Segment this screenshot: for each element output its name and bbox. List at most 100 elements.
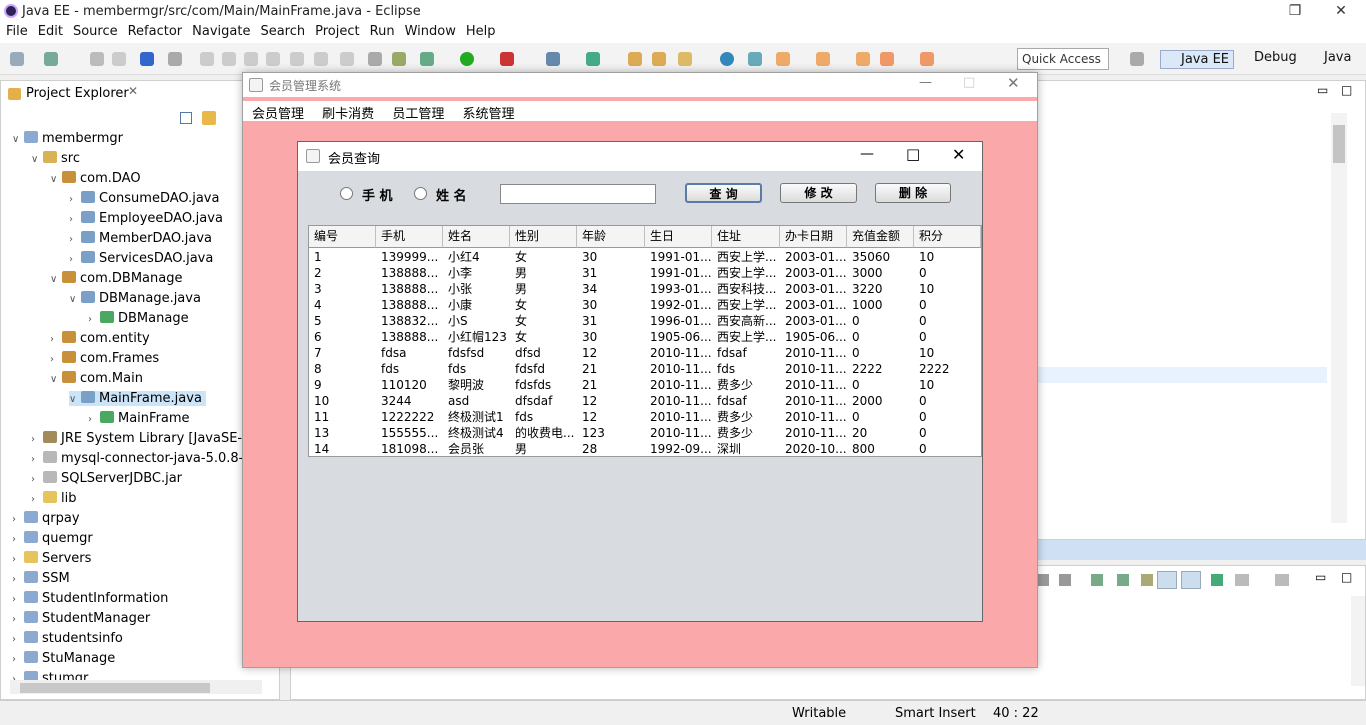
dialog-close-button[interactable]: ✕ (952, 145, 965, 164)
menu-run[interactable]: Run (364, 23, 399, 39)
table-row[interactable]: 13 155555... 终极测试4 的收费电... 123 2010-11... 费多少 2… (309, 425, 981, 441)
chevron-right-icon[interactable]: › (12, 554, 22, 565)
header-col-id[interactable]: 编号 (309, 226, 376, 248)
pin-console-icon[interactable] (1141, 574, 1153, 586)
tree-item[interactable]: › SQLServerJDBC.jar (31, 471, 182, 486)
tree-item[interactable]: ∨ DBManage.java (69, 291, 201, 306)
collapse-all-icon[interactable] (180, 112, 192, 124)
open-task-icon[interactable] (652, 52, 666, 66)
chevron-right-icon[interactable]: › (50, 354, 60, 365)
last-edit-icon[interactable] (856, 52, 870, 66)
tree-item[interactable]: ∨ MainFrame.java (69, 391, 206, 406)
table-row[interactable]: 10 3244 asd dfsdaf 12 2010-11... fdsaf 2010-11.… (309, 393, 981, 409)
table-row[interactable]: 11 1222222 终极测试1 fds 12 2010-11... 费多少 2010-11.… (309, 409, 981, 425)
terminal-icon[interactable] (140, 52, 154, 66)
header-col-address[interactable]: 住址 (712, 226, 780, 248)
chevron-down-icon[interactable]: ∨ (69, 294, 79, 305)
tree-item[interactable]: › MemberDAO.java (69, 231, 212, 246)
chevron-right-icon[interactable]: › (12, 594, 22, 605)
menu-navigate[interactable]: Navigate (186, 23, 254, 39)
use-step-filters-icon[interactable] (368, 52, 382, 66)
server-icon[interactable] (392, 52, 406, 66)
radio-phone[interactable] (340, 187, 353, 200)
menu-file[interactable]: File (0, 23, 32, 39)
table-row[interactable]: 9 110120 黎明波 fdsfds 21 2010-11... 费多少 2010-11..… (309, 377, 981, 393)
tree-item[interactable]: › Servers (12, 551, 91, 566)
tree-item[interactable]: › ServicesDAO.java (69, 251, 213, 266)
perspective-java-ee[interactable]: Java EE (1160, 50, 1235, 69)
new-console-icon[interactable] (1275, 574, 1289, 586)
open-perspective-icon[interactable] (1130, 52, 1144, 66)
app-minimize-button[interactable]: — (919, 75, 932, 90)
show-on-output-icon[interactable] (1157, 571, 1177, 589)
tree-item[interactable]: › quemgr (12, 531, 93, 546)
header-col-gender[interactable]: 性别 (510, 226, 577, 248)
menu-window[interactable]: Window (399, 23, 460, 39)
table-row[interactable]: 4 138888... 小康 女 30 1992-01... 西安上学... 2003-01.… (309, 297, 981, 313)
tree-item[interactable]: › StudentInformation (12, 591, 168, 606)
skip-breakpoints-icon[interactable] (168, 52, 182, 66)
chevron-down-icon[interactable]: ∨ (50, 374, 60, 385)
menu-search[interactable]: Search (254, 23, 309, 39)
menu-refactor[interactable]: Refactor (122, 23, 187, 39)
chevron-right-icon[interactable]: › (12, 634, 22, 645)
tree-item[interactable]: ∨ src (31, 151, 80, 166)
restore-window-button[interactable]: ❐ (1272, 0, 1318, 23)
drop-frame-icon[interactable] (340, 52, 354, 66)
search-input[interactable] (500, 184, 656, 204)
table-row[interactable]: 3 138888... 小张 男 34 1993-01... 西安科技... 2003-01.… (309, 281, 981, 297)
edit-button[interactable]: 修 改 (780, 183, 857, 203)
chevron-right-icon[interactable]: › (31, 494, 41, 505)
dialog-maximize-button[interactable]: □ (906, 145, 920, 163)
header-col-points[interactable]: 积分 (914, 226, 981, 248)
open-type-icon[interactable] (628, 52, 642, 66)
tree-item[interactable]: › JRE System Library [JavaSE-1.8 (31, 431, 263, 446)
save-all-icon[interactable] (112, 52, 126, 66)
tree-item[interactable]: › mysql-connector-java-5.0.8-bi (31, 451, 255, 466)
close-window-button[interactable]: ✕ (1318, 0, 1364, 23)
tree-item[interactable]: › StuManage (12, 651, 115, 666)
link-editor-icon[interactable] (202, 111, 216, 125)
terminate-icon[interactable] (244, 52, 258, 66)
menu-card-consume[interactable]: 刷卡消费 (313, 101, 379, 122)
forward-icon[interactable] (920, 52, 934, 66)
menu-system-management[interactable]: 系统管理 (453, 101, 519, 122)
tree-item[interactable]: ∨ com.DBManage (50, 271, 182, 286)
chevron-right-icon[interactable]: › (12, 514, 22, 525)
chevron-right-icon[interactable]: › (31, 474, 41, 485)
member-table[interactable]: 编号 手机 姓名 性别 年龄 生日 住址 办卡日期 充值金额 积分 1 139999... 小红4 女 30… (308, 225, 982, 457)
step-into-icon[interactable] (266, 52, 280, 66)
maximize-editor-icon[interactable]: □ (1341, 83, 1352, 97)
remove-launch-icon[interactable] (1037, 574, 1049, 586)
step-over-icon[interactable] (290, 52, 304, 66)
maximize-console-icon[interactable]: □ (1341, 570, 1352, 584)
delete-button[interactable]: 删 除 (875, 183, 951, 203)
menu-help[interactable]: Help (460, 23, 500, 39)
save-icon[interactable] (90, 52, 104, 66)
table-row[interactable]: 5 138832... 小S 女 31 1996-01... 西安高新... 2003-01.… (309, 313, 981, 329)
menu-member-management[interactable]: 会员管理 (243, 101, 309, 122)
header-col-age[interactable]: 年龄 (577, 226, 645, 248)
chevron-right-icon[interactable]: › (12, 654, 22, 665)
project-explorer-tab[interactable]: Project Explorer ✕ (4, 82, 146, 106)
run-icon[interactable] (460, 52, 474, 66)
tree-item[interactable]: › com.Frames (50, 351, 159, 366)
chevron-right-icon[interactable]: › (12, 534, 22, 545)
new-java-project-icon[interactable] (546, 52, 560, 66)
chevron-right-icon[interactable]: › (69, 214, 79, 225)
tree-item[interactable]: › MainFrame (88, 411, 190, 426)
tree-item[interactable]: › qrpay (12, 511, 80, 526)
chevron-right-icon[interactable]: › (31, 454, 41, 465)
table-row[interactable]: 8 fds fds fdsfd 21 2010-11... fds 2010-11... 222… (309, 361, 981, 377)
open-console-icon[interactable] (1211, 574, 1223, 586)
table-row[interactable]: 2 138888... 小李 男 31 1991-01... 西安上学... 2003-01.… (309, 265, 981, 281)
minimize-console-icon[interactable]: ▭ (1315, 570, 1326, 584)
back-icon[interactable] (880, 52, 894, 66)
menu-edit[interactable]: Edit (32, 23, 67, 39)
chevron-down-icon[interactable]: ∨ (31, 154, 41, 165)
suspend-icon[interactable] (222, 52, 236, 66)
table-row[interactable]: 1 139999... 小红4 女 30 1991-01... 西安上学... 2003-01… (309, 249, 981, 265)
tree-item[interactable]: › StudentManager (12, 611, 150, 626)
chevron-right-icon[interactable]: › (69, 234, 79, 245)
table-row[interactable]: 14 181098... 会员张 男 28 1992-09... 深圳 2020-10... 8… (309, 441, 981, 457)
